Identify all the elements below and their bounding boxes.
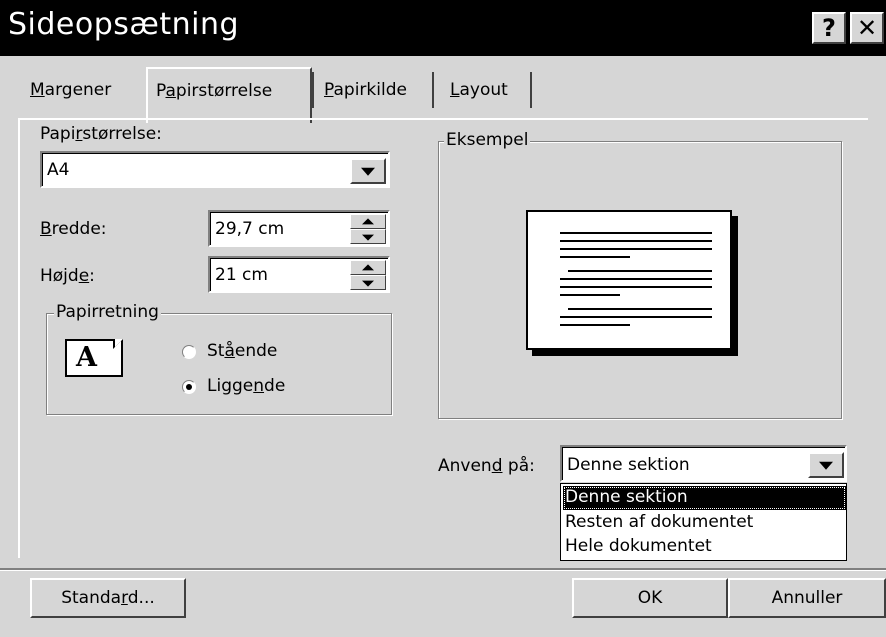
arrow-down-icon [362, 280, 374, 287]
width-increase-button[interactable] [350, 214, 386, 229]
tab-papirstorrelse[interactable]: Papirstørrelse [146, 67, 312, 123]
list-item[interactable]: Resten af dokumentet [563, 511, 846, 535]
list-item[interactable]: Denne sektion [563, 486, 846, 510]
list-item[interactable]: Hele dokumentet [563, 535, 846, 559]
preview-text-line [560, 240, 712, 242]
preview-text-line [560, 232, 712, 234]
tab-divider [432, 72, 434, 108]
orientation-preview-icon: A [65, 339, 123, 377]
title-bar: Sideopsætning ? ✕ [0, 0, 886, 56]
apply-to-select[interactable]: Denne sektion [560, 445, 847, 482]
tab-divider [312, 72, 314, 108]
portrait-label[interactable]: Stående [207, 341, 277, 361]
page-preview [526, 210, 732, 350]
width-value: 29,7 cm [215, 219, 285, 239]
radio-selected-dot [186, 384, 192, 390]
apply-to-dropdown-list: Denne sektion Resten af dokumentet Hele … [560, 483, 847, 561]
orientation-letter: A [76, 342, 97, 373]
height-input[interactable]: 21 cm [208, 256, 390, 293]
height-decrease-button[interactable] [350, 275, 386, 290]
close-button[interactable]: ✕ [850, 12, 884, 44]
preview-text-line [568, 270, 712, 272]
apply-to-dropdown-button[interactable] [808, 452, 844, 478]
cancel-button[interactable]: Annuller [728, 578, 886, 618]
paper-size-select[interactable]: A4 [40, 151, 390, 188]
ok-button[interactable]: OK [572, 578, 728, 618]
page-fold-inner [115, 339, 123, 347]
preview-text-line [568, 308, 712, 310]
arrow-down-icon [362, 234, 374, 241]
tab-layout[interactable]: Layout [450, 80, 508, 100]
height-value: 21 cm [215, 265, 268, 285]
preview-group-title: Eksempel [444, 130, 531, 150]
divider [0, 570, 886, 571]
close-icon: ✕ [856, 14, 878, 42]
tab-margener[interactable]: Margener [30, 80, 111, 100]
height-label: Højde: [40, 266, 95, 286]
preview-text-line [560, 316, 712, 318]
preview-text-line [560, 286, 712, 288]
orientation-group-title: Papirretning [54, 302, 161, 322]
portrait-radio[interactable] [182, 345, 196, 359]
paper-size-label: Papirstørrelse: [40, 124, 162, 144]
preview-text-line [560, 324, 630, 326]
chevron-down-icon [819, 461, 833, 470]
apply-to-label: Anvend på: [438, 456, 535, 476]
standard-button[interactable]: Standard... [30, 578, 186, 618]
paper-size-dropdown-button[interactable] [350, 158, 386, 184]
landscape-radio[interactable] [182, 380, 196, 394]
width-input[interactable]: 29,7 cm [208, 210, 390, 247]
preview-text-line [560, 294, 620, 296]
width-spinner[interactable] [350, 214, 386, 244]
arrow-up-icon [362, 263, 374, 270]
preview-text-line [560, 256, 630, 258]
height-spinner[interactable] [350, 260, 386, 290]
window-title: Sideopsætning [8, 7, 240, 42]
preview-text-line [560, 248, 712, 250]
help-button[interactable]: ? [812, 12, 846, 44]
tab-divider [530, 72, 532, 108]
arrow-up-icon [362, 217, 374, 224]
page-setup-dialog: Sideopsætning ? ✕ Margener Papirstørrels… [0, 0, 886, 637]
paper-size-value: A4 [47, 160, 70, 180]
help-icon: ? [822, 14, 836, 42]
chevron-down-icon [361, 167, 375, 176]
apply-to-value: Denne sektion [567, 455, 690, 475]
tab-papirkilde[interactable]: Papirkilde [324, 80, 407, 100]
landscape-label[interactable]: Liggende [207, 376, 285, 396]
height-increase-button[interactable] [350, 260, 386, 275]
width-decrease-button[interactable] [350, 229, 386, 244]
preview-text-line [560, 278, 712, 280]
width-label: Bredde: [40, 219, 107, 239]
